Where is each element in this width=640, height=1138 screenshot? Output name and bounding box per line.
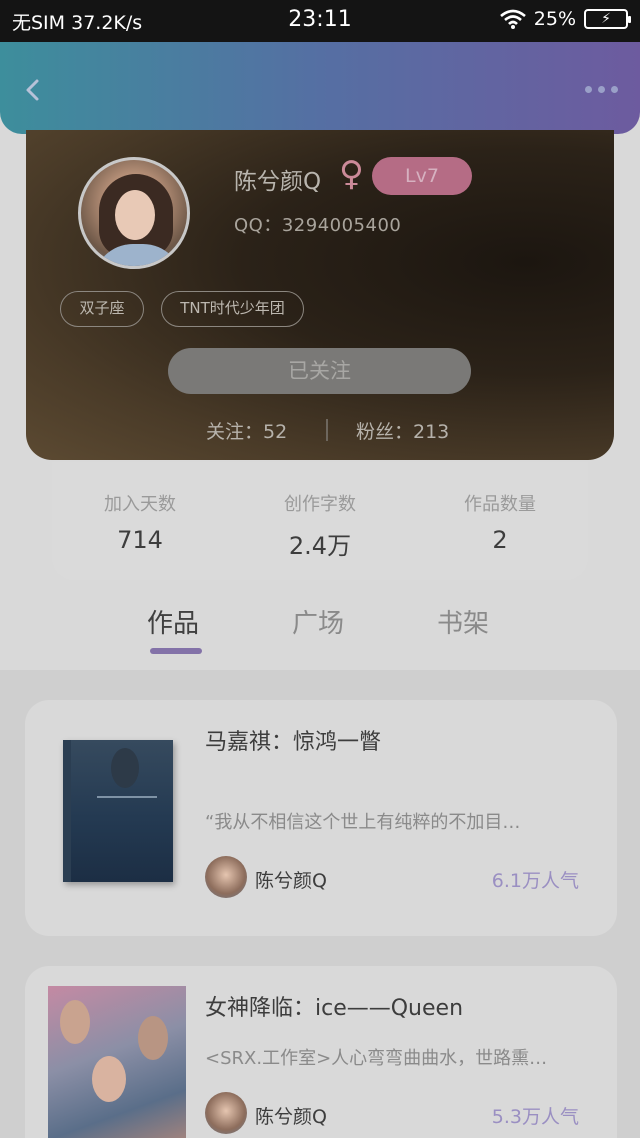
divider: [326, 419, 328, 441]
work-author: 陈兮颜Q: [255, 870, 327, 892]
work-title[interactable]: 女神降临：ice——Queen: [205, 990, 463, 1022]
profile-card: 陈兮颜Q ♀ Lv7 QQ：3294005400 双子座 TNT时代少年团 已关…: [26, 130, 614, 460]
book-cover-image[interactable]: [48, 986, 186, 1138]
following-count[interactable]: 关注：52: [206, 417, 287, 444]
follow-button[interactable]: 已关注: [168, 348, 471, 394]
stat-join-days: 加入天数 714: [70, 490, 210, 554]
author-avatar: [205, 856, 247, 898]
stat-label: 加入天数: [104, 494, 176, 515]
header-bar: [0, 42, 640, 134]
chevron-left-icon[interactable]: [20, 76, 48, 104]
work-description: “我从不相信这个世上有纯粹的不加目…: [205, 812, 521, 833]
work-card[interactable]: 马嘉祺：惊鸿一瞥 “我从不相信这个世上有纯粹的不加目… 陈兮颜Q 6.1万人气: [25, 700, 617, 936]
tab-bar: 作品 广场 书架: [0, 600, 640, 670]
work-description: <SRX.工作室>人心弯弯曲曲水，世路熏…: [205, 1048, 548, 1069]
stat-label: 作品数量: [464, 494, 536, 515]
tab-works[interactable]: 作品: [147, 603, 199, 640]
tab-square[interactable]: 广场: [292, 603, 344, 640]
author-avatar: [205, 1092, 247, 1134]
work-popularity: 5.3万人气: [491, 1106, 579, 1128]
tab-bookshelf[interactable]: 书架: [437, 603, 489, 640]
tab-indicator: [150, 648, 202, 654]
stat-word-count: 创作字数 2.4万: [250, 490, 390, 561]
stat-label: 创作字数: [284, 494, 356, 515]
book-cover-image[interactable]: [63, 740, 173, 882]
status-bar: 无SIM 37.2K/s 23:11 25% ⚡: [0, 0, 640, 42]
qq-number: QQ：3294005400: [234, 215, 402, 236]
stats-panel: 加入天数 714 创作字数 2.4万 作品数量 2: [52, 462, 588, 580]
stat-work-count: 作品数量 2: [430, 490, 570, 554]
avatar[interactable]: [78, 157, 190, 269]
follow-counts: 关注：52 粉丝：213: [26, 415, 614, 445]
work-popularity: 6.1万人气: [491, 870, 579, 892]
stat-value: 714: [117, 526, 163, 554]
fans-count[interactable]: 粉丝：213: [356, 417, 449, 444]
battery-icon: ⚡: [584, 9, 631, 29]
stat-value: 2: [492, 526, 508, 554]
work-author: 陈兮颜Q: [255, 1106, 327, 1128]
level-badge: Lv7: [372, 157, 472, 195]
stat-value: 2.4万: [288, 532, 352, 560]
work-card[interactable]: 女神降临：ice——Queen <SRX.工作室>人心弯弯曲曲水，世路熏… 陈兮…: [25, 966, 617, 1138]
female-icon: ♀: [339, 154, 364, 194]
tag-fandom[interactable]: TNT时代少年团: [161, 291, 304, 327]
wifi-icon: [499, 9, 526, 29]
battery-percent: 25%: [533, 8, 576, 30]
more-dots-icon[interactable]: [585, 86, 618, 93]
tag-zodiac[interactable]: 双子座: [60, 291, 144, 327]
work-title[interactable]: 马嘉祺：惊鸿一瞥: [205, 724, 381, 756]
username: 陈兮颜Q: [234, 169, 322, 195]
status-right: 25% ⚡: [499, 8, 631, 30]
